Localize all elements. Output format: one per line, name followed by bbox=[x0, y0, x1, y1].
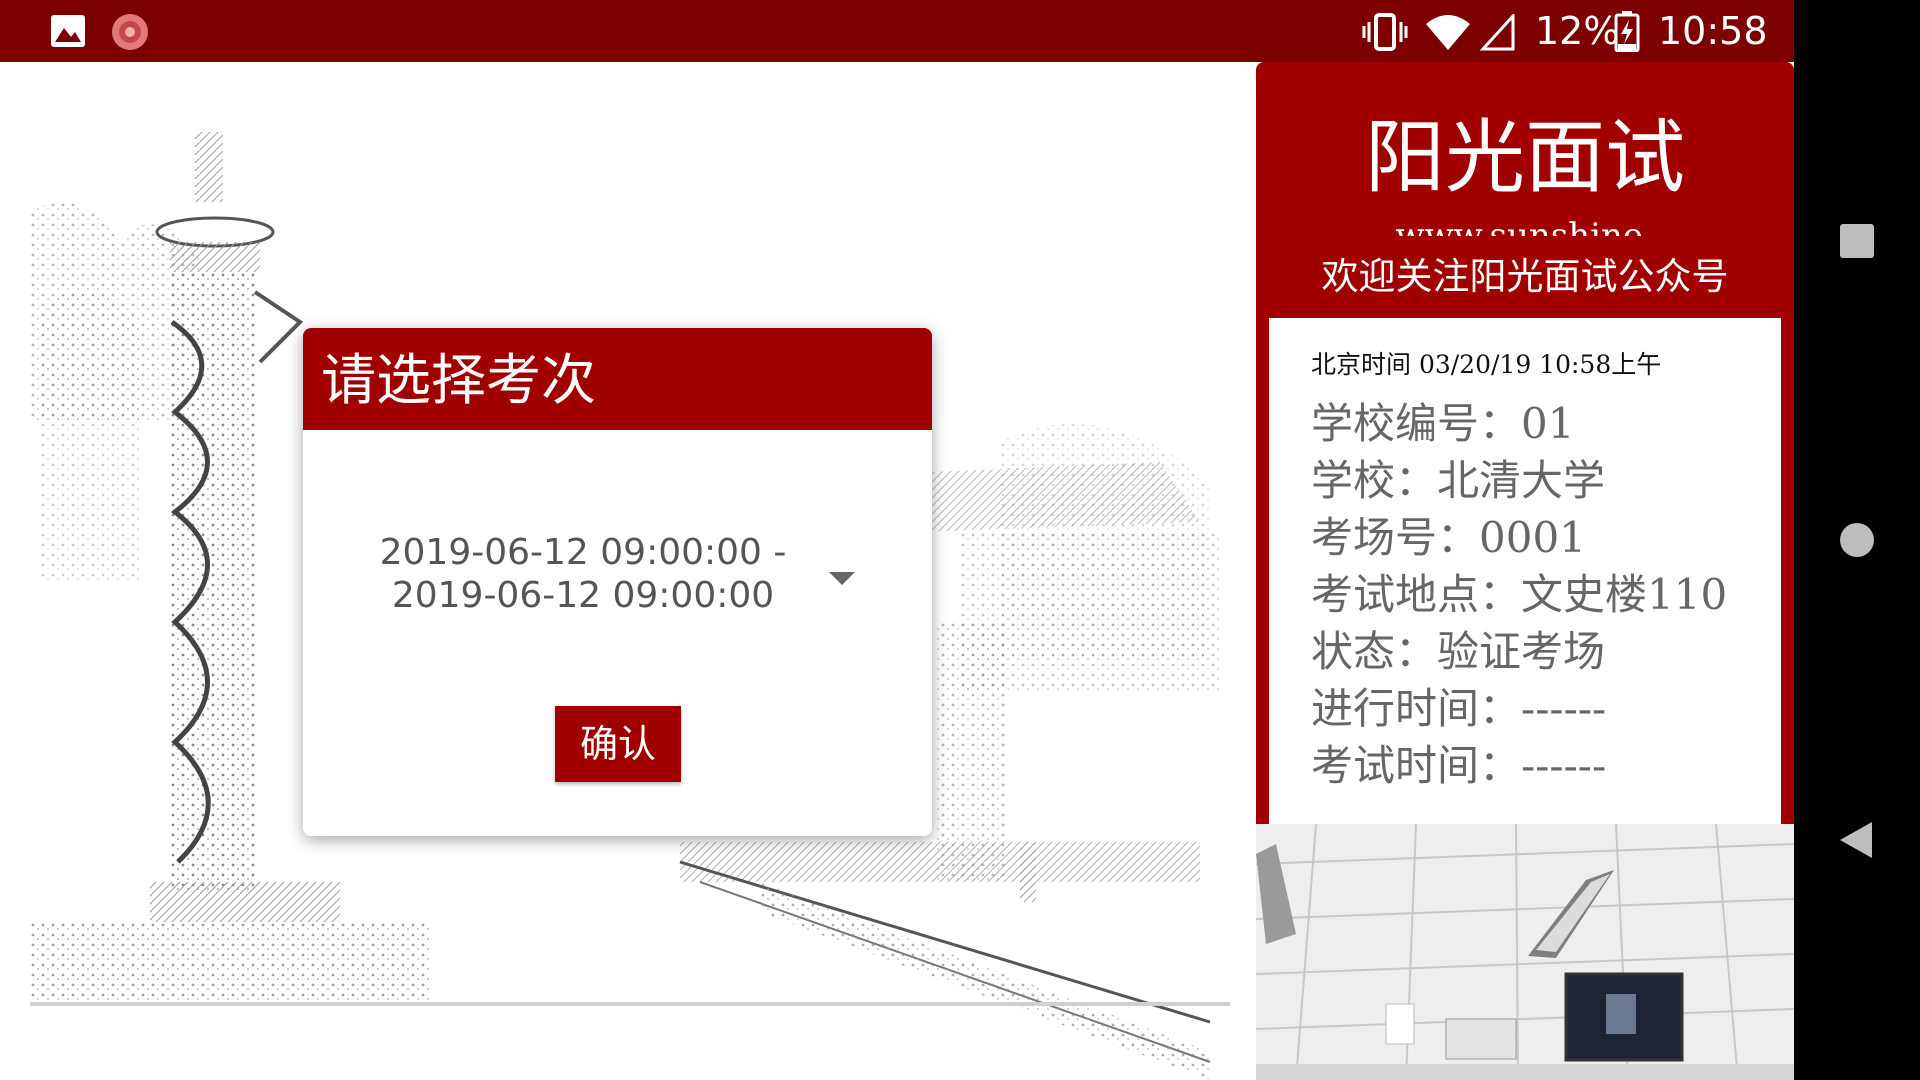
session-start-text: 2019-06-12 09:00:00 - bbox=[379, 532, 787, 573]
beijing-time: 北京时间 03/20/19 10:58上午 bbox=[1311, 350, 1662, 379]
elapsed-time: 进行时间：------ bbox=[1311, 684, 1607, 733]
dialog-title: 请选择考次 bbox=[321, 348, 597, 412]
exam-location: 考试地点：文史楼110 bbox=[1311, 570, 1728, 619]
battery-percent: 12% bbox=[1535, 9, 1620, 53]
camera-feed bbox=[1256, 824, 1794, 1080]
info-panel: 阳光面试 www.sunshine- 欢迎关注阳光面试公众号 北京时间 03/2… bbox=[1256, 62, 1794, 1080]
cell-signal-icon bbox=[1480, 14, 1515, 51]
recents-button[interactable] bbox=[1794, 200, 1920, 280]
exam-info-card: 北京时间 03/20/19 10:58上午 学校编号：01 学校：北清大学 考场… bbox=[1269, 318, 1781, 838]
home-button[interactable] bbox=[1794, 500, 1920, 580]
app-notification-icon bbox=[112, 14, 148, 50]
clock: 10:58 bbox=[1658, 9, 1768, 53]
brand-title: 阳光面试 bbox=[1365, 111, 1685, 204]
exam-session-select[interactable]: 2019-06-12 09:00:00 - 2019-06-12 09:00:0… bbox=[363, 528, 883, 638]
vibrate-icon bbox=[1362, 13, 1408, 51]
dialog-header: 请选择考次 bbox=[303, 328, 932, 430]
exam-room-number: 考场号：0001 bbox=[1311, 513, 1586, 562]
recents-icon bbox=[1840, 224, 1874, 258]
session-end-text: 2019-06-12 09:00:00 bbox=[391, 575, 775, 616]
confirm-button[interactable]: 确认 bbox=[555, 706, 681, 782]
exam-status: 状态：验证考场 bbox=[1311, 627, 1606, 676]
dropdown-arrow-icon bbox=[829, 572, 855, 585]
navigation-bar bbox=[1794, 0, 1920, 1080]
status-bar: 12% 10:58 bbox=[0, 0, 1794, 62]
follow-prompt: 欢迎关注阳光面试公众号 bbox=[1321, 255, 1729, 298]
brand-url: www.sunshine- bbox=[1395, 216, 1655, 236]
wifi-icon bbox=[1426, 15, 1470, 50]
exam-session-dialog: 请选择考次 2019-06-12 09:00:00 - 2019-06-12 0… bbox=[303, 328, 932, 836]
school-name: 学校：北清大学 bbox=[1311, 456, 1606, 505]
battery-charging-icon bbox=[1614, 11, 1640, 52]
school-code: 学校编号：01 bbox=[1311, 399, 1575, 448]
gallery-icon bbox=[51, 15, 85, 47]
exam-time: 考试时间：------ bbox=[1311, 741, 1607, 790]
back-button[interactable] bbox=[1794, 800, 1920, 880]
home-icon bbox=[1840, 523, 1874, 557]
back-icon bbox=[1840, 822, 1872, 858]
